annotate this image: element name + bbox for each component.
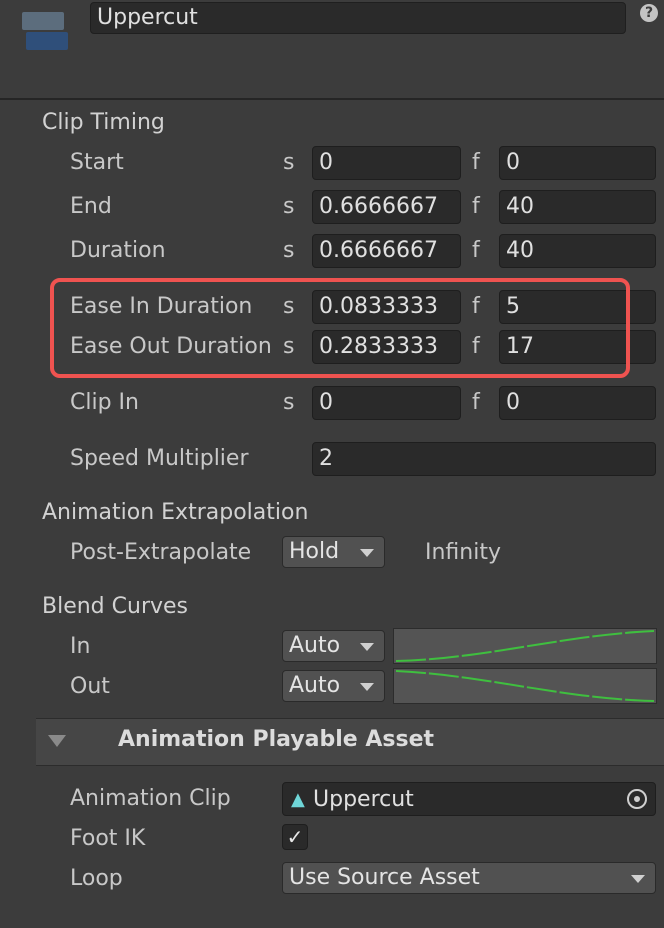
blend-out-curve-graph: [395, 670, 655, 702]
start-label: Start: [70, 150, 124, 175]
chevron-down-icon: [360, 643, 374, 651]
post-extrapolate-dropdown[interactable]: Hold: [282, 536, 385, 568]
object-picker-icon[interactable]: [627, 789, 647, 809]
loop-value: Use Source Asset: [289, 865, 480, 890]
inspector-header: Uppercut ?: [0, 0, 664, 100]
loop-label: Loop: [70, 866, 123, 891]
start-seconds-field[interactable]: 0: [312, 146, 461, 180]
frames-unit-label: f: [472, 390, 480, 415]
frames-unit-label: f: [472, 238, 480, 263]
clip-in-label: Clip In: [70, 390, 139, 415]
blend-in-label: In: [70, 634, 91, 659]
blend-in-value: Auto: [289, 633, 341, 658]
animation-clip-value: Uppercut: [313, 787, 414, 812]
duration-seconds-field[interactable]: 0.6666667: [312, 234, 461, 268]
blend-out-curve[interactable]: [393, 668, 657, 704]
duration-frames-field[interactable]: 40: [499, 234, 656, 268]
chevron-down-icon: [360, 683, 374, 691]
clip-in-frames-field[interactable]: 0: [499, 386, 656, 420]
duration-label: Duration: [70, 238, 166, 263]
animation-playable-asset-header[interactable]: Animation Playable Asset: [36, 718, 664, 766]
timeline-clip-icon: [22, 12, 68, 52]
blend-in-dropdown[interactable]: Auto: [282, 630, 385, 662]
animation-extrapolation-heading: Animation Extrapolation: [42, 500, 309, 525]
loop-dropdown[interactable]: Use Source Asset: [282, 862, 656, 894]
help-icon[interactable]: ?: [640, 4, 658, 22]
post-extrapolate-label: Post-Extrapolate: [70, 540, 252, 565]
speed-multiplier-label: Speed Multiplier: [70, 446, 249, 471]
seconds-unit-label: s: [283, 194, 295, 219]
post-extrapolate-value: Hold: [289, 539, 340, 564]
seconds-unit-label: s: [283, 150, 295, 175]
clip-timing-heading: Clip Timing: [42, 110, 165, 135]
speed-multiplier-field[interactable]: 2: [312, 442, 656, 476]
animation-clip-label: Animation Clip: [70, 786, 231, 811]
foldout-triangle-icon[interactable]: [48, 735, 66, 747]
ease-duration-highlight: [50, 278, 630, 378]
end-frames-field[interactable]: 40: [499, 190, 656, 224]
end-label: End: [70, 194, 112, 219]
frames-unit-label: f: [472, 194, 480, 219]
blend-in-curve-graph: [395, 630, 655, 662]
animation-clip-field[interactable]: ▲ Uppercut: [282, 782, 656, 816]
foot-ik-checkbox[interactable]: ✓: [282, 824, 308, 850]
checkmark-icon: ✓: [286, 825, 304, 849]
frames-unit-label: f: [472, 150, 480, 175]
blend-out-value: Auto: [289, 673, 341, 698]
clip-name-field[interactable]: Uppercut: [90, 2, 626, 34]
start-frames-field[interactable]: 0: [499, 146, 656, 180]
animation-playable-asset-title: Animation Playable Asset: [118, 727, 435, 752]
blend-out-dropdown[interactable]: Auto: [282, 670, 385, 702]
blend-curves-heading: Blend Curves: [42, 594, 189, 619]
end-seconds-field[interactable]: 0.6666667: [312, 190, 461, 224]
chevron-down-icon: [631, 875, 645, 883]
seconds-unit-label: s: [283, 390, 295, 415]
chevron-down-icon: [360, 549, 374, 557]
foot-ik-label: Foot IK: [70, 826, 146, 851]
blend-out-label: Out: [70, 674, 110, 699]
blend-in-curve[interactable]: [393, 628, 657, 664]
clip-in-seconds-field[interactable]: 0: [312, 386, 461, 420]
animation-clip-icon: ▲: [291, 789, 305, 810]
post-extrapolate-infinity: Infinity: [425, 540, 501, 565]
seconds-unit-label: s: [283, 238, 295, 263]
